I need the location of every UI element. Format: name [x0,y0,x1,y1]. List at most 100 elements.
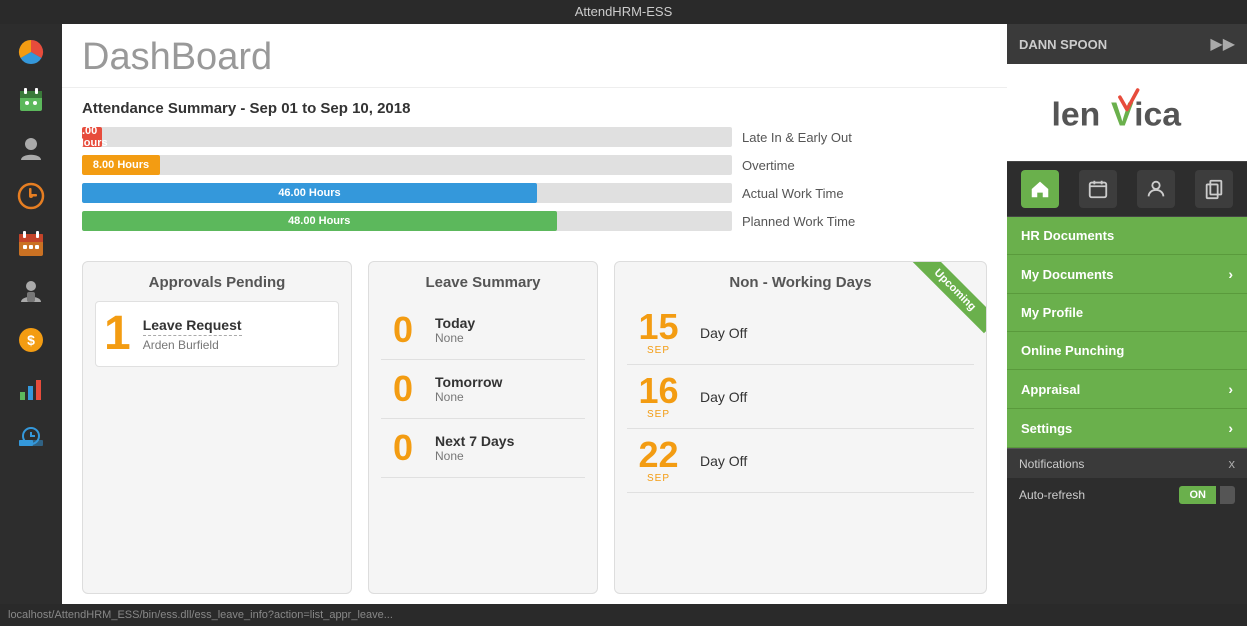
leave-row-0: 0 Today None [381,301,585,360]
top-bar: AttendHRM-ESS [0,0,1247,24]
requester-name: Arden Burfield [143,338,242,352]
approvals-card: Approvals Pending 1 Leave Request Arden … [82,261,352,594]
toggle-off-button[interactable] [1220,486,1235,504]
nwd-date-1: 16 SEP [631,373,686,420]
nav-home-button[interactable] [1021,170,1059,208]
progress-row-3: 46.00 Hours Actual Work Time [82,183,987,203]
leave-info-2: Next 7 Days None [435,433,514,463]
menu-label-my-profile: My Profile [1021,305,1083,320]
nwd-date-2: 22 SEP [631,437,686,484]
status-url: localhost/AttendHRM_ESS/bin/ess.dll/ess_… [8,609,393,621]
leave-count-0: 0 [385,309,421,351]
page-title: DashBoard [82,36,987,79]
nwd-day-0: 15 [638,309,678,345]
sidebar-icon-chart2[interactable] [10,415,52,457]
bar-value-4: 48.00 Hours [288,215,350,227]
leave-row-2: 0 Next 7 Days None [381,419,585,478]
sidebar-toggle-icon[interactable]: ▶▶ [1210,34,1235,54]
bottom-bar: localhost/AttendHRM_ESS/bin/ess.dll/ess_… [0,604,1247,626]
svg-text:$: $ [27,332,35,348]
sidebar-icon-stats[interactable] [10,367,52,409]
progress-bar-1: 2.00 Hours [82,127,102,147]
autorefresh-row: Auto-refresh ON [1007,478,1247,512]
approval-info: Leave Request Arden Burfield [143,317,242,352]
approvals-card-title: Approvals Pending [95,274,339,291]
menu-item-appraisal[interactable]: Appraisal › [1007,370,1247,409]
bar-label-1: Late In & Early Out [742,130,922,145]
nav-calendar-button[interactable] [1079,170,1117,208]
svg-text:len: len [1051,96,1100,134]
chevron-my-documents: › [1228,266,1233,282]
approval-item[interactable]: 1 Leave Request Arden Burfield [95,301,339,367]
chevron-settings: › [1228,420,1233,436]
leave-row-1: 0 Tomorrow None [381,360,585,419]
menu-item-my-profile[interactable]: My Profile [1007,294,1247,332]
menu-item-my-documents[interactable]: My Documents › [1007,255,1247,294]
sidebar-icon-user2[interactable] [10,271,52,313]
menu-item-online-punching[interactable]: Online Punching [1007,332,1247,370]
notifications-bar: Notifications x [1007,448,1247,478]
svg-text:ica: ica [1134,96,1181,134]
bar-value-2: 8.00 Hours [93,159,149,171]
nav-icons-row [1007,161,1247,217]
progress-row-1: 2.00 Hours Late In & Early Out [82,127,987,147]
leave-info-1: Tomorrow None [435,374,502,404]
ribbon-wrap: Upcoming [906,262,986,342]
progress-bar-4: 48.00 Hours [82,211,557,231]
nwd-day-2: 22 [638,437,678,473]
bar-label-4: Planned Work Time [742,214,922,229]
bar-value-1: 2.00 Hours [82,127,108,147]
nwd-day-1: 16 [638,373,678,409]
nav-user-button[interactable] [1137,170,1175,208]
menu-label-settings: Settings [1021,421,1072,436]
bar-label-2: Overtime [742,158,922,173]
leave-summary-title: Leave Summary [381,274,585,291]
progress-bar-2: 8.00 Hours [82,155,160,175]
sidebar-icon-clock[interactable] [10,175,52,217]
leave-detail-1: None [435,390,502,404]
progress-bar-container-3: 46.00 Hours [82,183,732,203]
app-title: AttendHRM-ESS [575,4,673,19]
right-sidebar-header: DANN SPOON ▶▶ [1007,24,1247,64]
content-header: DashBoard [62,24,1007,88]
nwd-month-2: SEP [647,473,670,484]
menu-label-hr-documents: HR Documents [1021,228,1114,243]
nav-copy-button[interactable] [1195,170,1233,208]
attendance-title: Attendance Summary - Sep 01 to Sep 10, 2… [82,100,987,117]
leave-detail-0: None [435,331,475,345]
menu-item-hr-documents[interactable]: HR Documents [1007,217,1247,255]
nwd-type-1: Day Off [700,389,747,405]
sidebar-icon-person[interactable] [10,127,52,169]
leave-info-0: Today None [435,315,475,345]
approval-count: 1 [104,310,131,358]
leave-detail-2: None [435,449,514,463]
cards-section: Approvals Pending 1 Leave Request Arden … [62,251,1007,604]
menu-label-online-punching: Online Punching [1021,343,1124,358]
notifications-label: Notifications [1019,457,1084,471]
request-type: Leave Request [143,317,242,336]
autorefresh-toggle[interactable]: ON [1179,486,1235,504]
progress-bar-container-4: 48.00 Hours [82,211,732,231]
sidebar-icon-calendar[interactable] [10,79,52,121]
right-sidebar: DANN SPOON ▶▶ len V ica [1007,24,1247,604]
lenvica-logo: len V ica [1007,64,1247,161]
nwd-date-0: 15 SEP [631,309,686,356]
leave-period-1: Tomorrow [435,374,502,390]
toggle-on-button[interactable]: ON [1179,486,1216,504]
menu-item-settings[interactable]: Settings › [1007,409,1247,448]
nwd-month-1: SEP [647,409,670,420]
nwd-row-1: 16 SEP Day Off [627,365,974,429]
sidebar-icon-calendar2[interactable] [10,223,52,265]
bar-value-3: 46.00 Hours [278,187,340,199]
sidebar-icon-money[interactable]: $ [10,319,52,361]
leave-period-0: Today [435,315,475,331]
left-sidebar: $ [0,24,62,604]
sidebar-icon-chart[interactable] [10,31,52,73]
nwd-type-2: Day Off [700,453,747,469]
notifications-close-button[interactable]: x [1229,456,1236,471]
non-working-days-card: Upcoming Non - Working Days 15 SEP Day O… [614,261,987,594]
user-name: DANN SPOON [1019,37,1107,52]
leave-count-2: 0 [385,427,421,469]
chevron-appraisal: › [1228,381,1233,397]
nwd-type-0: Day Off [700,325,747,341]
